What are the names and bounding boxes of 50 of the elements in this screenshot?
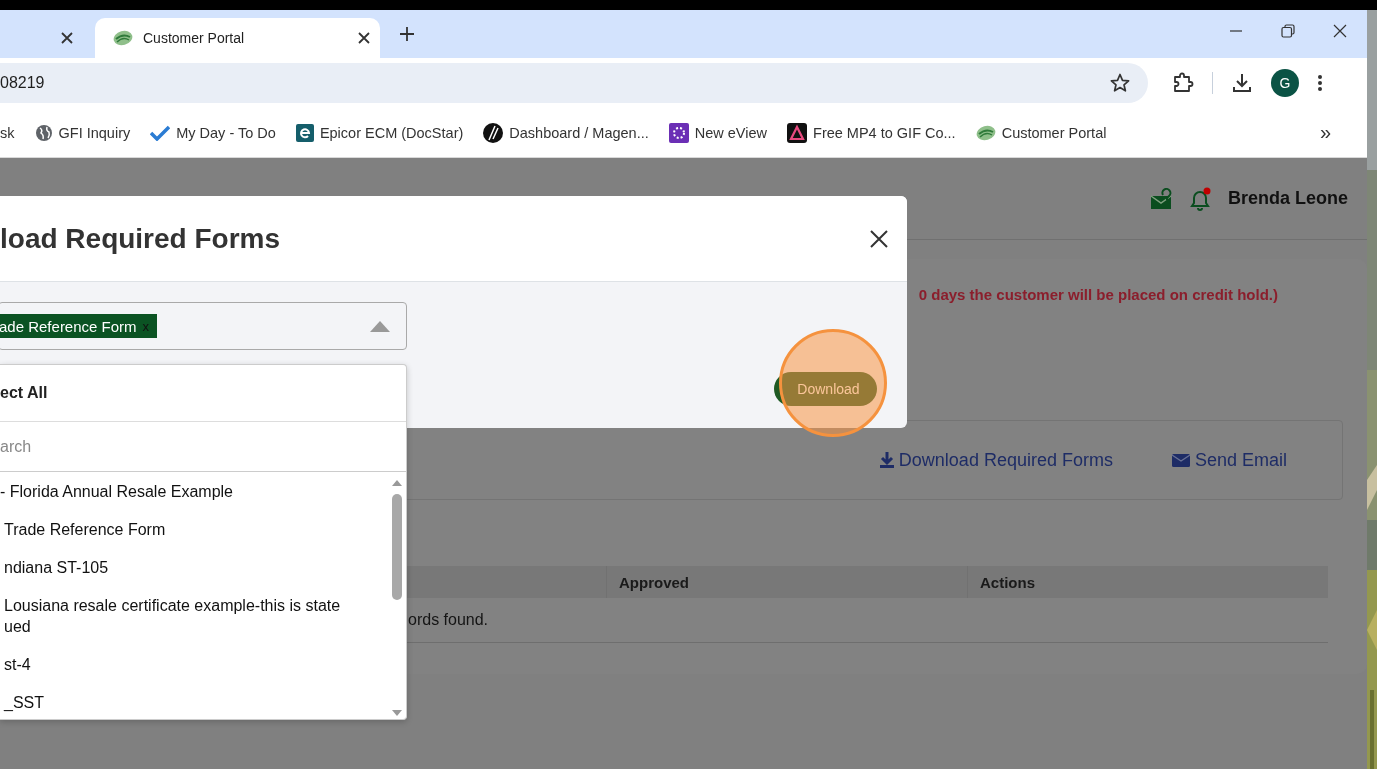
selected-tag[interactable]: ade Reference Form x bbox=[0, 314, 158, 338]
triangle-logo-icon bbox=[787, 122, 808, 143]
letter-e-icon bbox=[295, 123, 314, 142]
close-icon bbox=[1333, 24, 1347, 38]
mail-icon bbox=[1149, 187, 1174, 210]
form-option[interactable]: ndiana ST-105 bbox=[0, 549, 406, 587]
form-option[interactable]: - Florida Annual Resale Example bbox=[0, 473, 406, 511]
bookmark-item[interactable]: Epicor ECM (DocStar) bbox=[295, 123, 464, 142]
form-option[interactable]: Trade Reference Form bbox=[0, 511, 406, 549]
download-icon bbox=[878, 451, 895, 469]
browser-tab[interactable]: Customer Portal bbox=[95, 18, 380, 58]
select-all-option[interactable]: ect All bbox=[0, 365, 406, 422]
bookmark-item[interactable]: My Day - To Do bbox=[150, 124, 276, 141]
slash-logo-icon bbox=[483, 122, 504, 143]
bell-icon[interactable] bbox=[1187, 186, 1212, 211]
address-field[interactable]: 08219 bbox=[0, 63, 1148, 103]
plus-icon bbox=[400, 27, 414, 41]
dotted-ring-icon bbox=[668, 122, 689, 143]
user-name[interactable]: Brenda Leone bbox=[1227, 188, 1348, 209]
bookmark-item[interactable]: sk bbox=[0, 124, 15, 141]
bookmark-item[interactable]: New eView bbox=[668, 122, 768, 143]
close-icon[interactable] bbox=[870, 229, 888, 248]
bookmark-item[interactable]: GFI Inquiry bbox=[34, 123, 131, 142]
modal-title: load Required Forms bbox=[0, 222, 281, 255]
forms-select[interactable]: ade Reference Form x bbox=[0, 302, 407, 350]
restore-icon bbox=[1281, 24, 1295, 38]
bookmark-item[interactable]: Free MP4 to GIF Co... bbox=[787, 122, 956, 143]
search-field[interactable]: arch bbox=[0, 422, 400, 471]
menu-icon bbox=[1317, 74, 1323, 92]
profile-avatar[interactable]: G bbox=[1271, 69, 1299, 97]
bookmark-item[interactable]: Dashboard / Magen... bbox=[483, 122, 649, 143]
leaf-logo-icon bbox=[113, 30, 133, 46]
bookmarks-overflow-button[interactable]: » bbox=[1319, 121, 1331, 144]
caret-up-icon bbox=[370, 320, 390, 332]
close-icon bbox=[61, 32, 73, 44]
form-option[interactable]: Lousiana resale certificate example-this is state ued bbox=[0, 587, 406, 646]
form-option[interactable]: st-4 bbox=[0, 646, 406, 684]
leaf-logo-icon bbox=[975, 124, 996, 141]
puzzle-icon bbox=[1172, 72, 1194, 94]
column-header: Actions bbox=[967, 566, 1328, 598]
empty-message: ords found. bbox=[408, 611, 489, 629]
close-icon bbox=[358, 32, 370, 44]
globe-icon bbox=[34, 123, 53, 142]
column-header: Approved bbox=[606, 566, 967, 598]
checkmark-icon bbox=[150, 124, 171, 141]
download-icon bbox=[1231, 72, 1253, 94]
bookmark-item[interactable]: Customer Portal bbox=[975, 124, 1107, 141]
star-icon bbox=[1110, 73, 1130, 93]
form-option[interactable]: _SST bbox=[0, 684, 406, 722]
notice-text: 0 days the customer will be placed on credit hold.) bbox=[918, 286, 1278, 303]
